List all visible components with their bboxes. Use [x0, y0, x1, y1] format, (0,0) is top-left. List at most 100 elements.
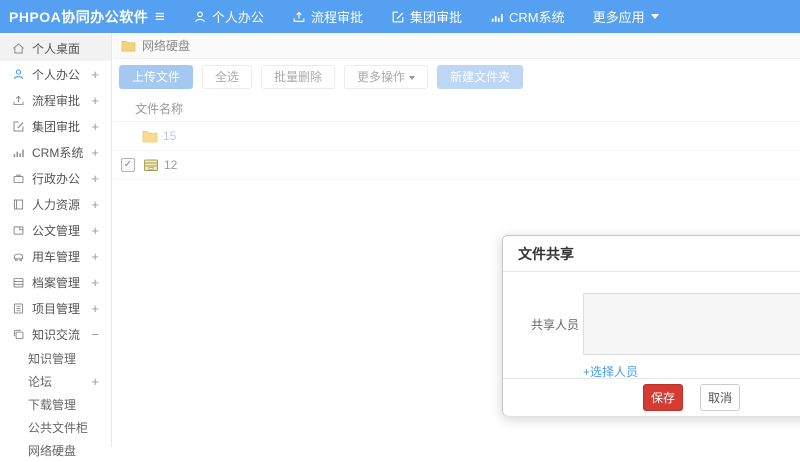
expand-toggle[interactable]: + — [91, 93, 99, 108]
file-row-folder-15[interactable]: 15 — [113, 122, 800, 151]
home-icon — [13, 42, 24, 53]
sidebar-subitem-knowledge-mgmt[interactable]: 知识管理 — [0, 347, 111, 370]
nav-item-crm[interactable]: CRM系统 — [476, 0, 579, 33]
bar-chart-icon — [13, 149, 24, 157]
cancel-button[interactable]: 取消 — [700, 384, 741, 411]
sidebar-item-crm[interactable]: CRM系统 + — [0, 139, 111, 165]
sidebar-subitem-label: 论坛 — [28, 375, 53, 389]
more-operations-dropdown[interactable]: 更多操作 — [344, 65, 429, 89]
sidebar-item-personal-office[interactable]: 个人办公 + — [0, 61, 111, 87]
sidebar-item-admin-office[interactable]: 行政办公 + — [0, 165, 111, 191]
book-icon — [13, 199, 24, 209]
expand-toggle[interactable]: − — [91, 327, 99, 342]
sidebar-item-group-approval[interactable]: 集团审批 + — [0, 113, 111, 139]
briefcase-icon — [13, 174, 24, 183]
nav-item-label: 集团审批 — [409, 10, 462, 25]
edit-icon — [392, 11, 404, 22]
file-name-column-header: 文件名称 — [135, 101, 184, 116]
submit-arrow-icon — [293, 11, 305, 22]
sidebar-item-personal-desktop[interactable]: 个人桌面 — [0, 35, 111, 61]
dialog-footer: 保存 取消 — [503, 378, 800, 416]
sidebar-item-knowledge-exchange[interactable]: 知识交流 − — [0, 321, 111, 347]
dialog-body: 共享人员 +选择人员 — [503, 272, 800, 380]
sidebar-item-label: 项目管理 — [32, 301, 81, 316]
file-toolbar: 上传文件 全选 批量删除 更多操作 新建文件夹 — [113, 59, 800, 95]
sidebar-subitem-label: 公共文件柜 — [28, 421, 89, 435]
upload-file-button[interactable]: 上传文件 — [119, 65, 194, 89]
share-people-input[interactable] — [583, 293, 800, 355]
nav-item-label: CRM系统 — [508, 10, 565, 25]
sidebar-submenu-knowledge: 知识管理 论坛 + 下载管理 公共文件柜 网络硬盘 — [0, 347, 111, 462]
expand-toggle[interactable]: + — [91, 119, 99, 134]
sidebar-item-label: 行政办公 — [32, 171, 81, 186]
user-icon — [194, 11, 205, 22]
expand-toggle[interactable]: + — [91, 67, 99, 82]
sidebar-item-workflow-approval[interactable]: 流程审批 + — [0, 87, 111, 113]
sidebar-subitem-label: 下载管理 — [28, 398, 77, 412]
save-button[interactable]: 保存 — [643, 384, 684, 411]
sidebar-subitem-download-mgmt[interactable]: 下载管理 — [0, 393, 111, 416]
car-icon — [13, 253, 24, 261]
top-nav: 个人办公 流程审批 集团审批 CRM系统 更多应用 — [179, 0, 673, 33]
folder-icon — [142, 131, 158, 143]
expand-toggle[interactable]: + — [91, 145, 99, 160]
nav-item-personal-office[interactable]: 个人办公 — [179, 0, 278, 33]
archive-drawer-icon — [13, 277, 24, 287]
sidebar-subitem-public-cabinet[interactable]: 公共文件柜 — [0, 416, 111, 439]
sidebar-item-project-mgmt[interactable]: 项目管理 + — [0, 295, 111, 321]
breadcrumb-label: 网络硬盘 — [142, 39, 191, 53]
expand-toggle[interactable]: + — [91, 374, 99, 389]
expand-toggle[interactable]: + — [91, 223, 99, 238]
sidebar-item-label: 公文管理 — [32, 223, 81, 238]
submit-arrow-icon — [13, 95, 24, 105]
sidebar-subitem-label: 网络硬盘 — [28, 444, 77, 458]
sidebar-item-label: 知识交流 — [32, 327, 81, 342]
sidebar-item-label: 人力资源 — [32, 197, 81, 212]
chat-copy-icon — [13, 329, 24, 339]
expand-toggle[interactable]: + — [91, 171, 99, 186]
dialog-header: 文件共享 — [503, 236, 800, 272]
sidebar-item-label: 个人办公 — [32, 67, 81, 82]
share-people-field-row: 共享人员 — [531, 293, 800, 355]
user-icon — [13, 68, 24, 79]
bar-chart-icon — [491, 13, 503, 22]
nav-item-label: 流程审批 — [310, 10, 363, 25]
expand-toggle[interactable]: + — [91, 275, 99, 290]
sidebar-subitem-network-disk[interactable]: 网络硬盘 — [0, 439, 111, 462]
breadcrumb: 网络硬盘 — [113, 33, 800, 59]
sidebar-item-label: 档案管理 — [32, 275, 81, 290]
folder-icon — [121, 40, 136, 52]
nav-item-label: 个人办公 — [211, 10, 264, 25]
sidebar: 个人桌面 个人办公 + 流程审批 + 集团审批 + CRM系统 + 行政办公 +… — [0, 33, 112, 458]
share-people-label: 共享人员 — [531, 317, 580, 332]
expand-toggle[interactable]: + — [91, 197, 99, 212]
file-row-archive-12[interactable]: ✓ 12 — [113, 151, 800, 180]
row-checkbox-checked[interactable]: ✓ — [121, 158, 135, 172]
sidebar-item-vehicle-mgmt[interactable]: 用车管理 + — [0, 243, 111, 269]
sidebar-item-label: 流程审批 — [32, 93, 81, 108]
dialog-title: 文件共享 — [518, 245, 574, 262]
file-name: 12 — [164, 158, 178, 172]
more-operations-label: 更多操作 — [357, 70, 406, 84]
nav-item-more-apps[interactable]: 更多应用 — [579, 0, 673, 33]
sidebar-item-document-mgmt[interactable]: 公文管理 + — [0, 217, 111, 243]
sidebar-item-label: 用车管理 — [32, 249, 81, 264]
choose-people-link[interactable]: +选择人员 — [583, 363, 638, 380]
nav-item-label: 更多应用 — [592, 10, 645, 25]
batch-delete-button[interactable]: 批量删除 — [261, 65, 336, 89]
expand-toggle[interactable]: + — [91, 249, 99, 264]
select-all-button[interactable]: 全选 — [202, 65, 253, 89]
sidebar-subitem-forum[interactable]: 论坛 + — [0, 370, 111, 393]
sidebar-item-archive-mgmt[interactable]: 档案管理 + — [0, 269, 111, 295]
nav-item-group-approval[interactable]: 集团审批 — [377, 0, 476, 33]
notebook-icon — [13, 303, 24, 313]
app-brand: PHPOA协同办公软件 — [9, 8, 149, 25]
expand-toggle[interactable]: + — [91, 301, 99, 316]
sidebar-subitem-label: 知识管理 — [28, 352, 77, 366]
nav-item-workflow-approval[interactable]: 流程审批 — [278, 0, 377, 33]
new-folder-button[interactable]: 新建文件夹 — [437, 65, 524, 89]
sidebar-item-hr[interactable]: 人力资源 + — [0, 191, 111, 217]
sidebar-item-label: 个人桌面 — [32, 41, 81, 56]
hamburger-menu-icon[interactable]: ≡ — [155, 0, 165, 33]
caret-down-icon — [409, 75, 416, 80]
